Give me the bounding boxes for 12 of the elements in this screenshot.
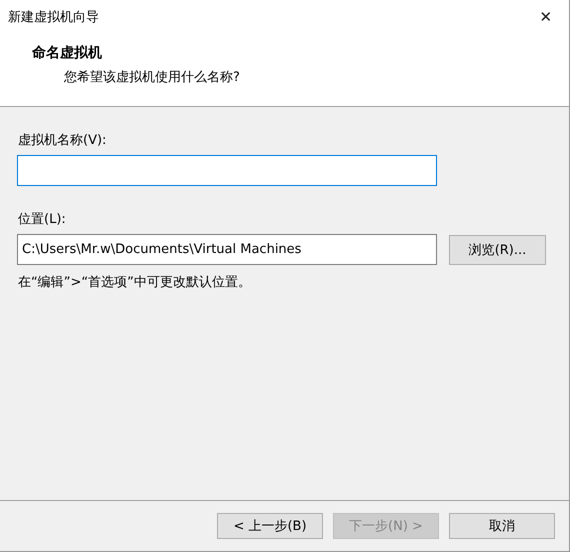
- close-button[interactable]: ✕: [523, 0, 569, 34]
- wizard-button[interactable]: < 上一步(B): [217, 513, 323, 539]
- input-field[interactable]: C:\Users\Mr.w\Documents\Virtual Machines: [17, 234, 437, 265]
- field-label: 位置(L):: [18, 211, 67, 228]
- field-label: 虚拟机名称(V):: [18, 132, 108, 149]
- input-field[interactable]: [17, 155, 437, 186]
- wizard-button[interactable]: 取消: [449, 513, 555, 539]
- window-title: 新建虚拟机向导: [8, 9, 99, 26]
- page-heading: 命名虚拟机: [32, 44, 103, 62]
- browse-button[interactable]: 浏览(R)...: [449, 234, 546, 264]
- page-subtitle: 您希望该虚拟机使用什么名称?: [64, 69, 241, 86]
- hint-text: 在“编辑”>“首选项”中可更改默认位置。: [18, 274, 252, 291]
